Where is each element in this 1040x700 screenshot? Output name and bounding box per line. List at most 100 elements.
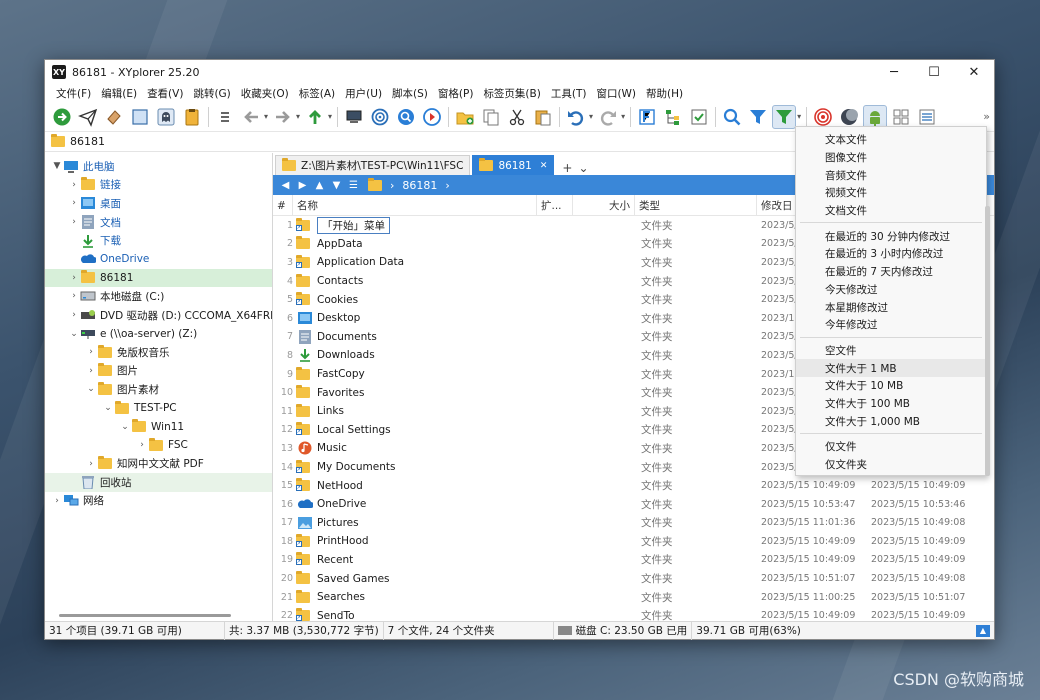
filter-menu-item[interactable]: 仅文件夹 xyxy=(796,456,986,474)
filter-menu-item[interactable]: 视频文件 xyxy=(796,184,986,202)
redo-dropdown-icon[interactable]: ▾ xyxy=(621,112,625,121)
play-circle-icon[interactable] xyxy=(420,105,444,129)
tree-item-8[interactable]: › DVD 驱动器 (D:) CCCOMA_X64FRE_ZH-C xyxy=(45,306,272,325)
up-icon[interactable]: ▲ xyxy=(311,180,328,191)
file-row[interactable]: 15 ↗ NetHood 文件夹 2023/5/15 10:49:09 2023/5/15… xyxy=(273,476,994,495)
file-name-cell[interactable]: ↗ PrintHood xyxy=(295,532,369,551)
file-row[interactable]: 18 ↗ PrintHood 文件夹 2023/5/15 10:49:09 2023/5/… xyxy=(273,532,994,551)
expand-chevron-icon[interactable]: › xyxy=(136,440,148,450)
file-name-cell[interactable]: ↗ Application Data xyxy=(295,253,404,272)
forward-icon[interactable]: ▶ xyxy=(294,180,311,191)
copy-icon[interactable] xyxy=(479,105,503,129)
tree-item-0[interactable]: ▼ 此电脑 xyxy=(45,157,272,176)
ghost-icon[interactable] xyxy=(154,105,178,129)
rename-input[interactable]: 「开始」菜单 xyxy=(317,216,390,234)
go-icon[interactable] xyxy=(50,105,74,129)
search-icon[interactable] xyxy=(720,105,744,129)
filter-menu-item[interactable]: 空文件 xyxy=(796,342,986,360)
minimize-button[interactable]: ─ xyxy=(874,60,914,84)
up-dropdown-icon[interactable]: ▾ xyxy=(328,112,332,121)
column-size[interactable]: 大小 xyxy=(573,195,635,216)
column-extension[interactable]: 扩... xyxy=(537,195,573,216)
expand-chevron-icon[interactable]: ⌄ xyxy=(102,403,114,413)
tree-item-16[interactable]: › 知网中文文献 PDF xyxy=(45,455,272,474)
expand-chevron-icon[interactable]: › xyxy=(68,180,80,190)
paste-icon[interactable] xyxy=(531,105,555,129)
back-icon[interactable]: ◀ xyxy=(277,180,294,191)
expand-chevron-icon[interactable]: › xyxy=(85,459,97,469)
menu-lines-icon[interactable] xyxy=(213,105,237,129)
toolbar-overflow-icon[interactable]: » xyxy=(983,110,990,123)
tree-item-12[interactable]: ⌄ 图片素材 xyxy=(45,380,272,399)
file-name-cell[interactable]: Downloads xyxy=(297,346,375,365)
menu-item-5[interactable]: 标签(A) xyxy=(294,86,340,101)
up-arrow-icon[interactable] xyxy=(303,105,327,129)
tree-item-2[interactable]: › 桌面 xyxy=(45,194,272,213)
target-icon[interactable] xyxy=(368,105,392,129)
file-row[interactable]: 16 OneDrive 文件夹 2023/5/15 10:53:47 2023/5/15… xyxy=(273,495,994,514)
menu-item-0[interactable]: 文件(F) xyxy=(51,86,96,101)
new-tab-button[interactable]: + xyxy=(562,161,572,175)
tab-list-dropdown-icon[interactable]: ⌄ xyxy=(578,161,588,175)
tree-item-3[interactable]: › 文档 xyxy=(45,213,272,232)
filter-menu-item[interactable]: 音频文件 xyxy=(796,166,986,184)
tree-item-13[interactable]: ⌄ TEST-PC xyxy=(45,399,272,418)
filter-menu-item[interactable]: 图像文件 xyxy=(796,149,986,167)
file-name-cell[interactable]: ↗ 「开始」菜单 xyxy=(295,216,390,235)
tree-item-11[interactable]: › 图片 xyxy=(45,362,272,381)
close-tab-icon[interactable]: ✕ xyxy=(540,161,548,171)
expand-chevron-icon[interactable]: › xyxy=(68,291,80,301)
expand-chevron-icon[interactable]: › xyxy=(68,217,80,227)
moon-icon[interactable] xyxy=(837,105,861,129)
filter-menu-item[interactable]: 文件大于 1 MB xyxy=(796,359,986,377)
expand-chevron-icon[interactable]: › xyxy=(85,347,97,357)
checkbox-view-icon[interactable] xyxy=(687,105,711,129)
maximize-button[interactable]: ☐ xyxy=(914,60,954,84)
tree-item-1[interactable]: › 链接 xyxy=(45,176,272,195)
file-name-cell[interactable]: ↗ Cookies xyxy=(295,290,358,309)
file-name-cell[interactable]: AppData xyxy=(295,235,363,254)
filter-menu-item[interactable]: 今天修改过 xyxy=(796,281,986,299)
column-number[interactable]: # xyxy=(273,195,293,216)
green-filter-dropdown-icon[interactable]: ▾ xyxy=(797,112,801,121)
grid-view-icon[interactable] xyxy=(889,105,913,129)
file-name-cell[interactable]: Documents xyxy=(297,328,377,347)
find-icon[interactable] xyxy=(394,105,418,129)
tree-item-9[interactable]: ⌄ e (\\oa-server) (Z:) xyxy=(45,324,272,343)
send-icon[interactable] xyxy=(76,105,100,129)
tree-item-14[interactable]: ⌄ Win11 xyxy=(45,417,272,436)
expand-chevron-icon[interactable]: ⌄ xyxy=(68,329,80,339)
back-arrow-icon[interactable] xyxy=(239,105,263,129)
filter-menu-item[interactable]: 在最近的 30 分钟内修改过 xyxy=(796,227,986,245)
expand-chevron-icon[interactable]: › xyxy=(68,273,80,283)
filter-menu-item[interactable]: 文件大于 1,000 MB xyxy=(796,412,986,430)
file-row[interactable]: 17 Pictures 文件夹 2023/5/15 11:01:36 2023/5/15… xyxy=(273,514,994,533)
tree-item-18[interactable]: › 网络 xyxy=(45,492,272,511)
filter-menu-item[interactable]: 本星期修改过 xyxy=(796,298,986,316)
file-name-cell[interactable]: FastCopy xyxy=(295,365,365,384)
down-icon[interactable]: ▼ xyxy=(328,180,345,191)
new-folder-icon[interactable] xyxy=(453,105,477,129)
file-name-cell[interactable]: ↗ NetHood xyxy=(295,476,363,495)
undo-dropdown-icon[interactable]: ▾ xyxy=(589,112,593,121)
menu-item-3[interactable]: 跳转(G) xyxy=(188,86,235,101)
green-filter-icon[interactable] xyxy=(772,104,797,129)
expand-chevron-icon[interactable]: › xyxy=(85,366,97,376)
tree-item-15[interactable]: › FSC xyxy=(45,436,272,455)
menu-item-2[interactable]: 查看(V) xyxy=(142,86,188,101)
tab-fsc[interactable]: Z:\图片素材\TEST-PC\Win11\FSC xyxy=(275,155,471,175)
tree-item-10[interactable]: › 免版权音乐 xyxy=(45,343,272,362)
xyplorer-app-icon[interactable]: XY xyxy=(52,65,66,79)
tree-horizontal-scrollbar[interactable] xyxy=(59,614,231,617)
expand-chevron-icon[interactable]: › xyxy=(68,198,80,208)
title-bar[interactable]: XY 86181 - XYplorer 25.20 ─ ☐ ✕ xyxy=(45,60,994,84)
back-dropdown-icon[interactable]: ▾ xyxy=(264,112,268,121)
filter-menu-item[interactable]: 文本文件 xyxy=(796,131,986,149)
menu-item-8[interactable]: 窗格(P) xyxy=(433,86,479,101)
scroll-up-icon[interactable]: ▲ xyxy=(976,624,990,637)
expand-chevron-icon[interactable]: ▼ xyxy=(51,161,63,171)
cut-icon[interactable] xyxy=(505,105,529,129)
clipboard-icon[interactable] xyxy=(180,105,204,129)
file-name-cell[interactable]: Searches xyxy=(295,588,365,607)
menu-item-11[interactable]: 窗口(W) xyxy=(591,86,641,101)
